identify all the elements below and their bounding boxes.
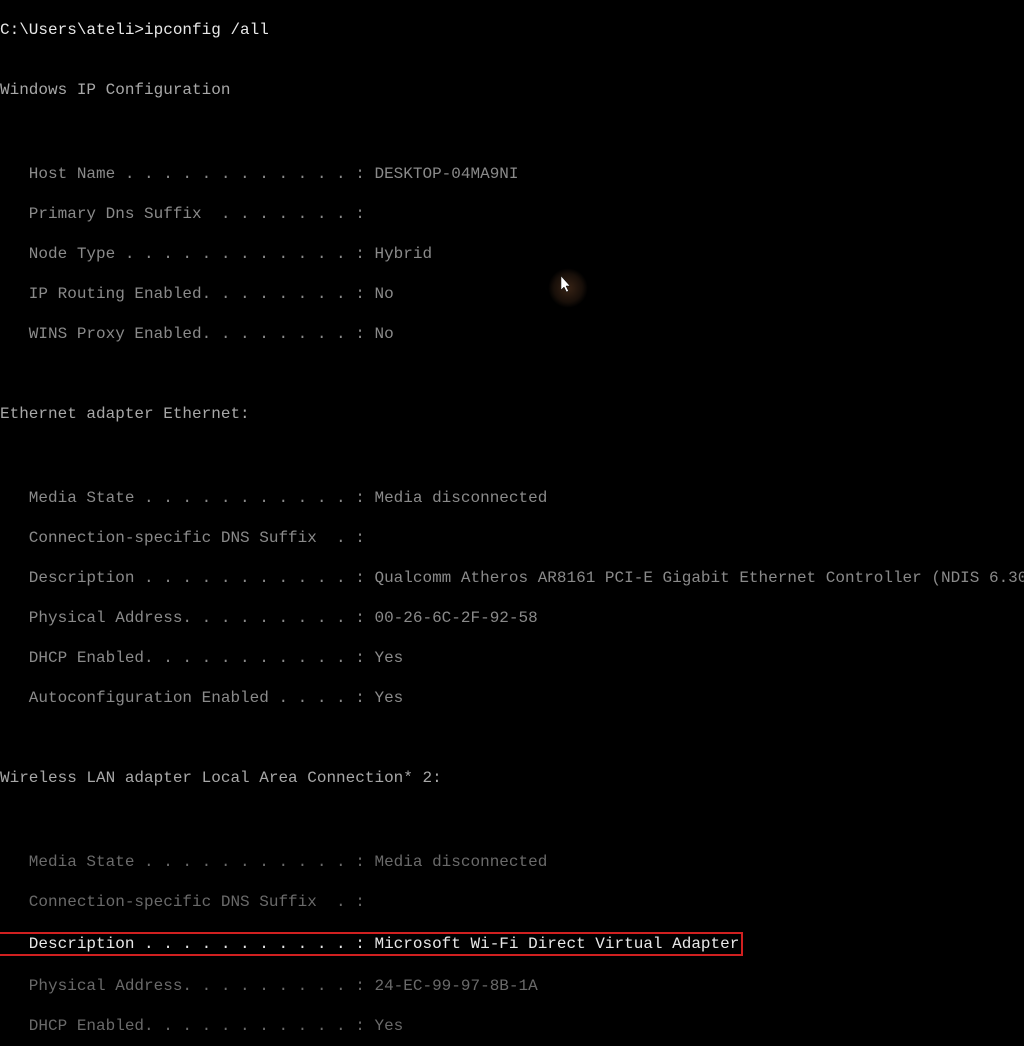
section-header-ethernet: Ethernet adapter Ethernet: (0, 404, 1024, 424)
config-line: Media State . . . . . . . . . . . : Medi… (0, 852, 1024, 872)
terminal-output: C:\Users\ateli>ipconfig /all Windows IP … (0, 0, 1024, 1046)
config-line: DHCP Enabled. . . . . . . . . . . : Yes (0, 1016, 1024, 1036)
config-line: Description . . . . . . . . . . . : Qual… (0, 568, 1024, 588)
prompt-text: C:\Users\ateli>ipconfig /all (0, 21, 269, 39)
config-line: IP Routing Enabled. . . . . . . . : No (0, 284, 1024, 304)
command-prompt: C:\Users\ateli>ipconfig /all (0, 20, 1024, 40)
config-line: Physical Address. . . . . . . . . : 00-2… (0, 608, 1024, 628)
config-line: Node Type . . . . . . . . . . . . : Hybr… (0, 244, 1024, 264)
highlighted-description-line: Description . . . . . . . . . . . : Micr… (0, 932, 1024, 956)
config-line: Physical Address. . . . . . . . . : 24-E… (0, 976, 1024, 996)
config-line: Media State . . . . . . . . . . . : Medi… (0, 488, 1024, 508)
section-header-wireless: Wireless LAN adapter Local Area Connecti… (0, 768, 1024, 788)
config-line: Primary Dns Suffix . . . . . . . : (0, 204, 1024, 224)
config-line: DHCP Enabled. . . . . . . . . . . : Yes (0, 648, 1024, 668)
config-line: Autoconfiguration Enabled . . . . : Yes (0, 688, 1024, 708)
config-line: WINS Proxy Enabled. . . . . . . . : No (0, 324, 1024, 344)
config-line: Host Name . . . . . . . . . . . . : DESK… (0, 164, 1024, 184)
section-header-ipconfig: Windows IP Configuration (0, 80, 1024, 100)
config-line: Connection-specific DNS Suffix . : (0, 528, 1024, 548)
config-line: Connection-specific DNS Suffix . : (0, 892, 1024, 912)
